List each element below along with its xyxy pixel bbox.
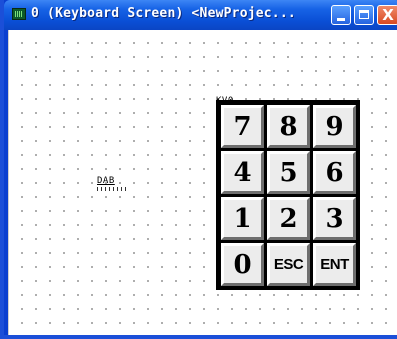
key-9[interactable]: 9 (312, 104, 357, 149)
numeric-keypad[interactable]: 7 8 9 4 5 6 1 2 3 0 ESC ENT (216, 100, 360, 290)
key-3[interactable]: 3 (312, 196, 357, 241)
keyboard-screen-window: 0 (Keyboard Screen) <NewProjec... X DAB … (0, 0, 397, 339)
key-esc[interactable]: ESC (266, 242, 311, 287)
key-0[interactable]: 0 (220, 242, 265, 287)
key-1[interactable]: 1 (220, 196, 265, 241)
key-5[interactable]: 5 (266, 150, 311, 195)
minimize-icon (337, 18, 345, 21)
key-6[interactable]: 6 (312, 150, 357, 195)
maximize-button[interactable] (354, 5, 374, 25)
key-4[interactable]: 4 (220, 150, 265, 195)
close-button[interactable]: X (377, 5, 397, 25)
key-2[interactable]: 2 (266, 196, 311, 241)
dab-object-label[interactable]: DAB (97, 177, 115, 186)
maximize-icon (359, 10, 369, 19)
key-8[interactable]: 8 (266, 104, 311, 149)
minimize-button[interactable] (331, 5, 351, 25)
screen-app-icon (12, 8, 26, 20)
dab-object-marker[interactable] (97, 187, 127, 191)
window-title: 0 (Keyboard Screen) <NewProjec... (31, 6, 296, 21)
key-ent[interactable]: ENT (312, 242, 357, 287)
key-7[interactable]: 7 (220, 104, 265, 149)
screen-editor-canvas[interactable]: DAB KV0 7 8 9 4 5 6 1 2 3 0 ESC ENT (8, 30, 397, 335)
close-icon: X (382, 6, 394, 24)
title-bar[interactable]: 0 (Keyboard Screen) <NewProjec... X (4, 0, 397, 30)
